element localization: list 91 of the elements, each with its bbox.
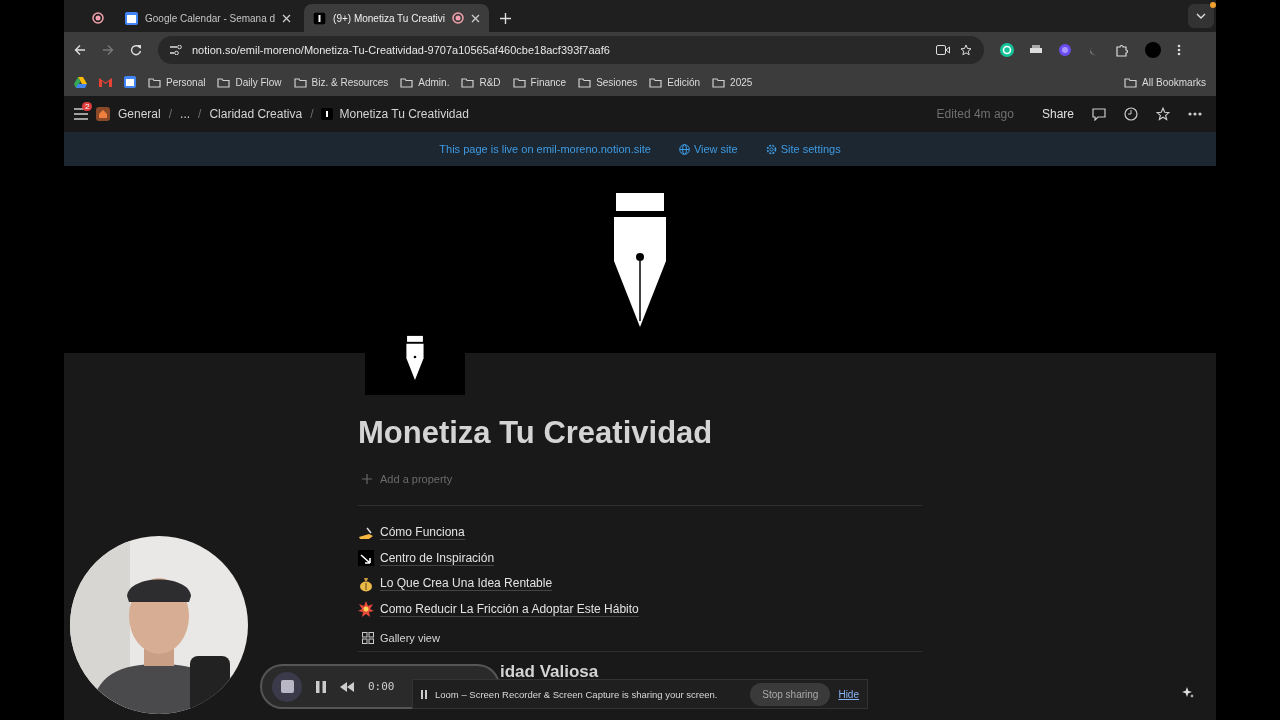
breadcrumb-link[interactable]: Claridad Creativa [209,107,303,121]
mail-icon[interactable] [99,77,112,87]
menu-icon[interactable] [1177,44,1181,56]
bookmark-folder[interactable]: R&D [461,76,501,88]
folder-icon [649,76,663,88]
folder-icon [712,76,726,88]
breadcrumb-separator: / [310,107,314,121]
star-icon[interactable] [960,44,972,56]
bookmark-folder[interactable]: Biz. & Resources [293,76,389,88]
bookmark-folder[interactable]: Admin. [400,76,450,88]
page-link[interactable]: Cómo Funciona [358,520,922,546]
drive-icon[interactable] [74,76,87,88]
calendar-icon[interactable] [124,76,136,88]
money-bag-icon [358,575,374,592]
gallery-view-tab[interactable]: Gallery view [358,632,444,644]
url-text: notion.so/emil-moreno/Monetiza-Tu-Creatividad-9707a10565af460cbe18acf393f7aaf6 [192,44,611,56]
view-site-link[interactable]: View site [678,143,738,155]
breadcrumb-separator: / [198,107,202,121]
folder-icon [461,76,475,88]
clock-icon[interactable] [1124,107,1138,121]
page-link[interactable]: Lo Que Crea Una Idea Rentable [358,571,922,597]
bookmark-folder[interactable]: Edición [649,76,701,88]
pen-nib-icon [313,11,327,25]
rewind-icon[interactable] [340,681,354,692]
recording-time: 0:00 [368,680,395,693]
bookmark-folder[interactable]: Personal [148,76,206,88]
address-bar[interactable]: notion.so/emil-moreno/Monetiza-Tu-Creatividad-9707a10565af460cbe18acf393f7aaf6 [158,36,984,64]
plus-icon [362,474,372,484]
section-heading: idad Valiosa [500,662,600,682]
pause-icon[interactable] [316,680,326,693]
reload-icon[interactable] [130,44,142,56]
browser-tab[interactable]: Google Calendar - Semana d [116,4,301,32]
pen-nib-icon [614,192,666,327]
folder-icon [400,76,414,88]
site-info-icon [170,45,182,55]
site-settings-link[interactable]: Site settings [765,143,841,155]
live-site-notice: This page is live on emil-moreno.notion.site [439,143,651,155]
more-icon[interactable] [1188,112,1202,116]
pen-nib-icon [321,108,334,120]
stop-sharing-button[interactable]: Stop sharing [750,682,831,706]
folder-icon [512,76,526,88]
grammar-extension-icon[interactable] [1000,43,1014,57]
star-icon[interactable] [1156,107,1170,121]
writing-hand-icon [358,525,374,540]
chevron-down-icon [1196,13,1206,19]
all-bookmarks-folder[interactable]: All Bookmarks [1124,76,1206,88]
home-icon [96,107,110,121]
camera-icon[interactable] [936,45,950,55]
tab-title: Google Calendar - Semana d [145,12,276,24]
hide-link[interactable]: Hide [838,688,859,700]
breadcrumb-separator: / [168,107,173,121]
bookmark-folder[interactable]: 2025 [712,76,753,88]
tab-search-button[interactable] [1188,4,1214,28]
folder-icon [578,76,592,88]
record-icon [452,12,465,24]
folder-icon [293,76,307,88]
tab-title: (9+) Monetiza Tu Creativi [333,12,446,24]
sidebar-menu-icon[interactable] [74,108,88,120]
share-button[interactable]: Share [1041,107,1074,121]
burst-icon [358,601,374,618]
page-title[interactable]: Monetiza Tu Creatividad [358,415,922,451]
globe-icon [678,143,690,155]
breadcrumb-link[interactable]: General [118,107,161,121]
calendar-icon [125,11,138,25]
grid-icon [362,632,374,644]
close-icon[interactable] [282,13,292,23]
printer-icon[interactable] [1030,45,1042,55]
notification-badge: 2 [82,102,93,111]
close-icon[interactable] [471,13,481,23]
bookmark-folder[interactable]: Daily Flow [217,76,282,88]
page-link[interactable]: Como Reducir La Fricción a Adoptar Este Hábito [358,596,922,622]
folder-icon [217,76,231,88]
breadcrumb-link[interactable]: ... [180,107,191,121]
bookmark-folder[interactable]: Finance [512,76,567,88]
stop-recording-button[interactable] [272,671,302,702]
record-icon [92,12,104,24]
sparkle-icon [1182,687,1194,699]
folder-icon [1124,76,1138,88]
page-link[interactable]: Centro de Inspiración [358,545,922,571]
browser-tab[interactable]: (9+) Monetiza Tu Creativi [304,4,490,32]
folder-icon [148,76,161,88]
extensions-icon[interactable] [1116,43,1129,57]
stop-icon [280,680,294,693]
bookmark-folder[interactable]: Sesiones [578,76,638,88]
comment-icon[interactable] [1092,107,1106,121]
pause-icon [421,689,427,699]
sharing-message: Loom – Screen Recorder & Screen Capture is sharing your screen. [435,688,719,700]
settings-icon [765,143,777,155]
back-icon[interactable] [74,44,86,56]
breadcrumb-link[interactable]: Monetiza Tu Creatividad [321,107,469,121]
edited-time: Edited 4m ago [936,107,1014,121]
